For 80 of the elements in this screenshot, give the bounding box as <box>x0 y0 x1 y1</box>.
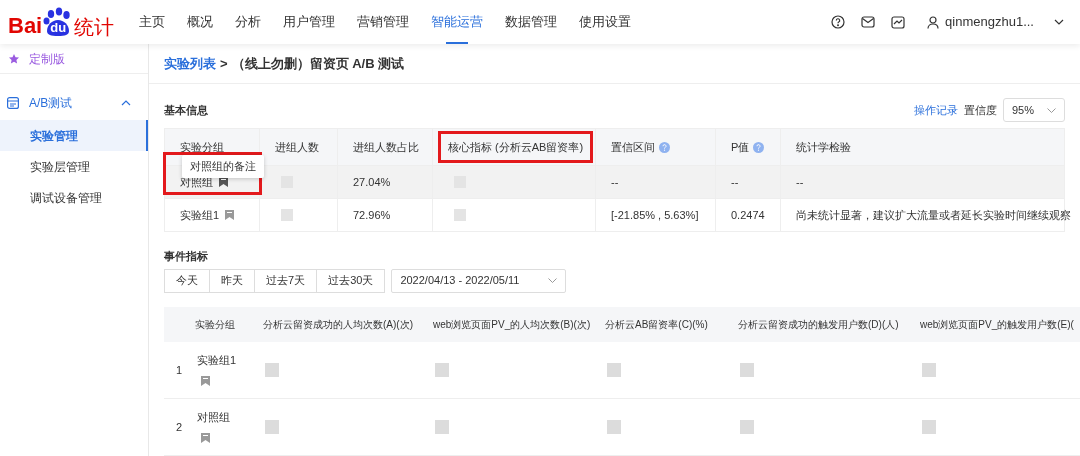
paw-logo: du <box>43 7 74 37</box>
star-icon <box>9 53 19 64</box>
row-number: 1 <box>176 363 183 376</box>
sidebar-item[interactable]: 实验层管理 <box>0 151 148 182</box>
group-name: 实验组1 <box>180 207 220 223</box>
help-icon[interactable] <box>831 15 846 29</box>
nav-tab[interactable]: 分析 <box>224 0 272 44</box>
column-header: 核心指标 (分析云AB留资率) <box>448 139 584 155</box>
range-button[interactable]: 过去30天 <box>316 268 386 293</box>
nav-tab[interactable]: 数据管理 <box>494 0 568 44</box>
blurred-value <box>265 362 279 377</box>
sidebar-item[interactable]: 定制版 <box>0 44 148 74</box>
blurred-value <box>435 420 449 434</box>
column-header: 实验分组 <box>195 318 235 330</box>
nav-tab[interactable]: 用户管理 <box>272 0 346 44</box>
user-name[interactable]: qinmengzhu1... <box>945 12 1034 32</box>
table-cell: -- <box>611 175 619 188</box>
table-cell: -- <box>796 175 804 188</box>
column-header: 分析云留资成功的触发用户数(D)(人) <box>738 318 899 330</box>
nav-tab[interactable]: 使用设置 <box>568 0 642 44</box>
blurred-value <box>740 362 754 377</box>
breadcrumb-separator: > <box>220 54 228 73</box>
table-cell: -- <box>731 175 739 188</box>
table-cell: 0.2474 <box>731 208 765 221</box>
date-range-picker[interactable]: 2022/04/13 - 2022/05/11 <box>391 268 567 293</box>
group-name: 对照组 <box>197 411 230 423</box>
operation-log-link[interactable]: 操作记录 <box>914 101 958 119</box>
nav-tab[interactable]: 智能运营 <box>420 0 494 44</box>
nav-tab[interactable]: 概况 <box>176 0 224 44</box>
chevron-down-icon <box>548 278 558 283</box>
range-button[interactable]: 过去7天 <box>254 268 318 293</box>
column-header: 进组人数占比 <box>353 139 419 155</box>
nav-tab[interactable]: 营销管理 <box>346 0 420 44</box>
table-cell: 27.04% <box>353 175 391 188</box>
column-header: P值 <box>731 139 750 155</box>
row-number: 2 <box>176 420 183 433</box>
blurred-value <box>435 362 449 377</box>
table-icon <box>7 97 19 109</box>
blurred-value <box>607 362 621 377</box>
confidence-select[interactable]: 95% <box>1003 98 1065 122</box>
chevron-up-icon <box>121 100 131 106</box>
logo-text: Bai <box>8 15 43 37</box>
blurred-value <box>265 420 279 434</box>
column-header: 进组人数 <box>275 139 319 155</box>
table-cell: 尚未统计显著，建议扩大流量或者延长实验时间继续观察 <box>796 208 1071 221</box>
user-icon <box>927 15 940 29</box>
confidence-label: 置信度 <box>964 102 997 118</box>
column-header: web浏览页面PV_的触发用户数(E)( <box>920 318 1074 330</box>
table-cell: 72.96% <box>353 208 391 221</box>
group-name: 实验组1 <box>197 353 237 366</box>
blurred-value <box>740 420 754 434</box>
range-button[interactable]: 昨天 <box>209 268 255 293</box>
sidebar-group[interactable]: A/B测试 <box>0 86 148 120</box>
chart-icon[interactable] <box>891 15 906 29</box>
tooltip: 对照组的备注 <box>182 155 264 178</box>
page-title: （线上勿删）留资页 A/B 测试 <box>231 54 405 73</box>
sidebar-item[interactable]: 调试设备管理 <box>0 182 148 213</box>
section-title: 事件指标 <box>164 249 209 264</box>
blurred-value <box>281 209 293 221</box>
nav-tab[interactable]: 主页 <box>128 0 176 44</box>
mail-icon[interactable] <box>861 16 876 28</box>
range-button[interactable]: 今天 <box>164 268 210 293</box>
blurred-value <box>607 420 621 434</box>
column-header: 统计学检验 <box>796 139 851 155</box>
table-cell: [-21.85% , 5.63%] <box>611 208 699 221</box>
breadcrumb-link[interactable]: 实验列表 <box>164 53 216 74</box>
sidebar-item[interactable]: 实验管理 <box>0 120 148 151</box>
chevron-down-icon <box>1047 107 1056 113</box>
column-header: web浏览页面PV_的人均次数(B)(次) <box>433 318 591 330</box>
column-header: 置信区间 <box>611 139 655 155</box>
column-header: 分析云留资成功的人均次数(A)(次) <box>263 318 413 330</box>
blurred-value <box>454 209 466 221</box>
column-header: 实验分组 <box>180 139 224 155</box>
logo[interactable]: Bai du 统计 <box>8 7 128 37</box>
blurred-value <box>922 420 936 434</box>
column-header: 分析云AB留资率(C)(%) <box>605 318 708 330</box>
section-title: 基本信息 <box>164 102 208 118</box>
blurred-value <box>922 362 936 377</box>
chevron-down-icon[interactable] <box>1054 19 1064 25</box>
logo-text: 统计 <box>74 17 115 37</box>
